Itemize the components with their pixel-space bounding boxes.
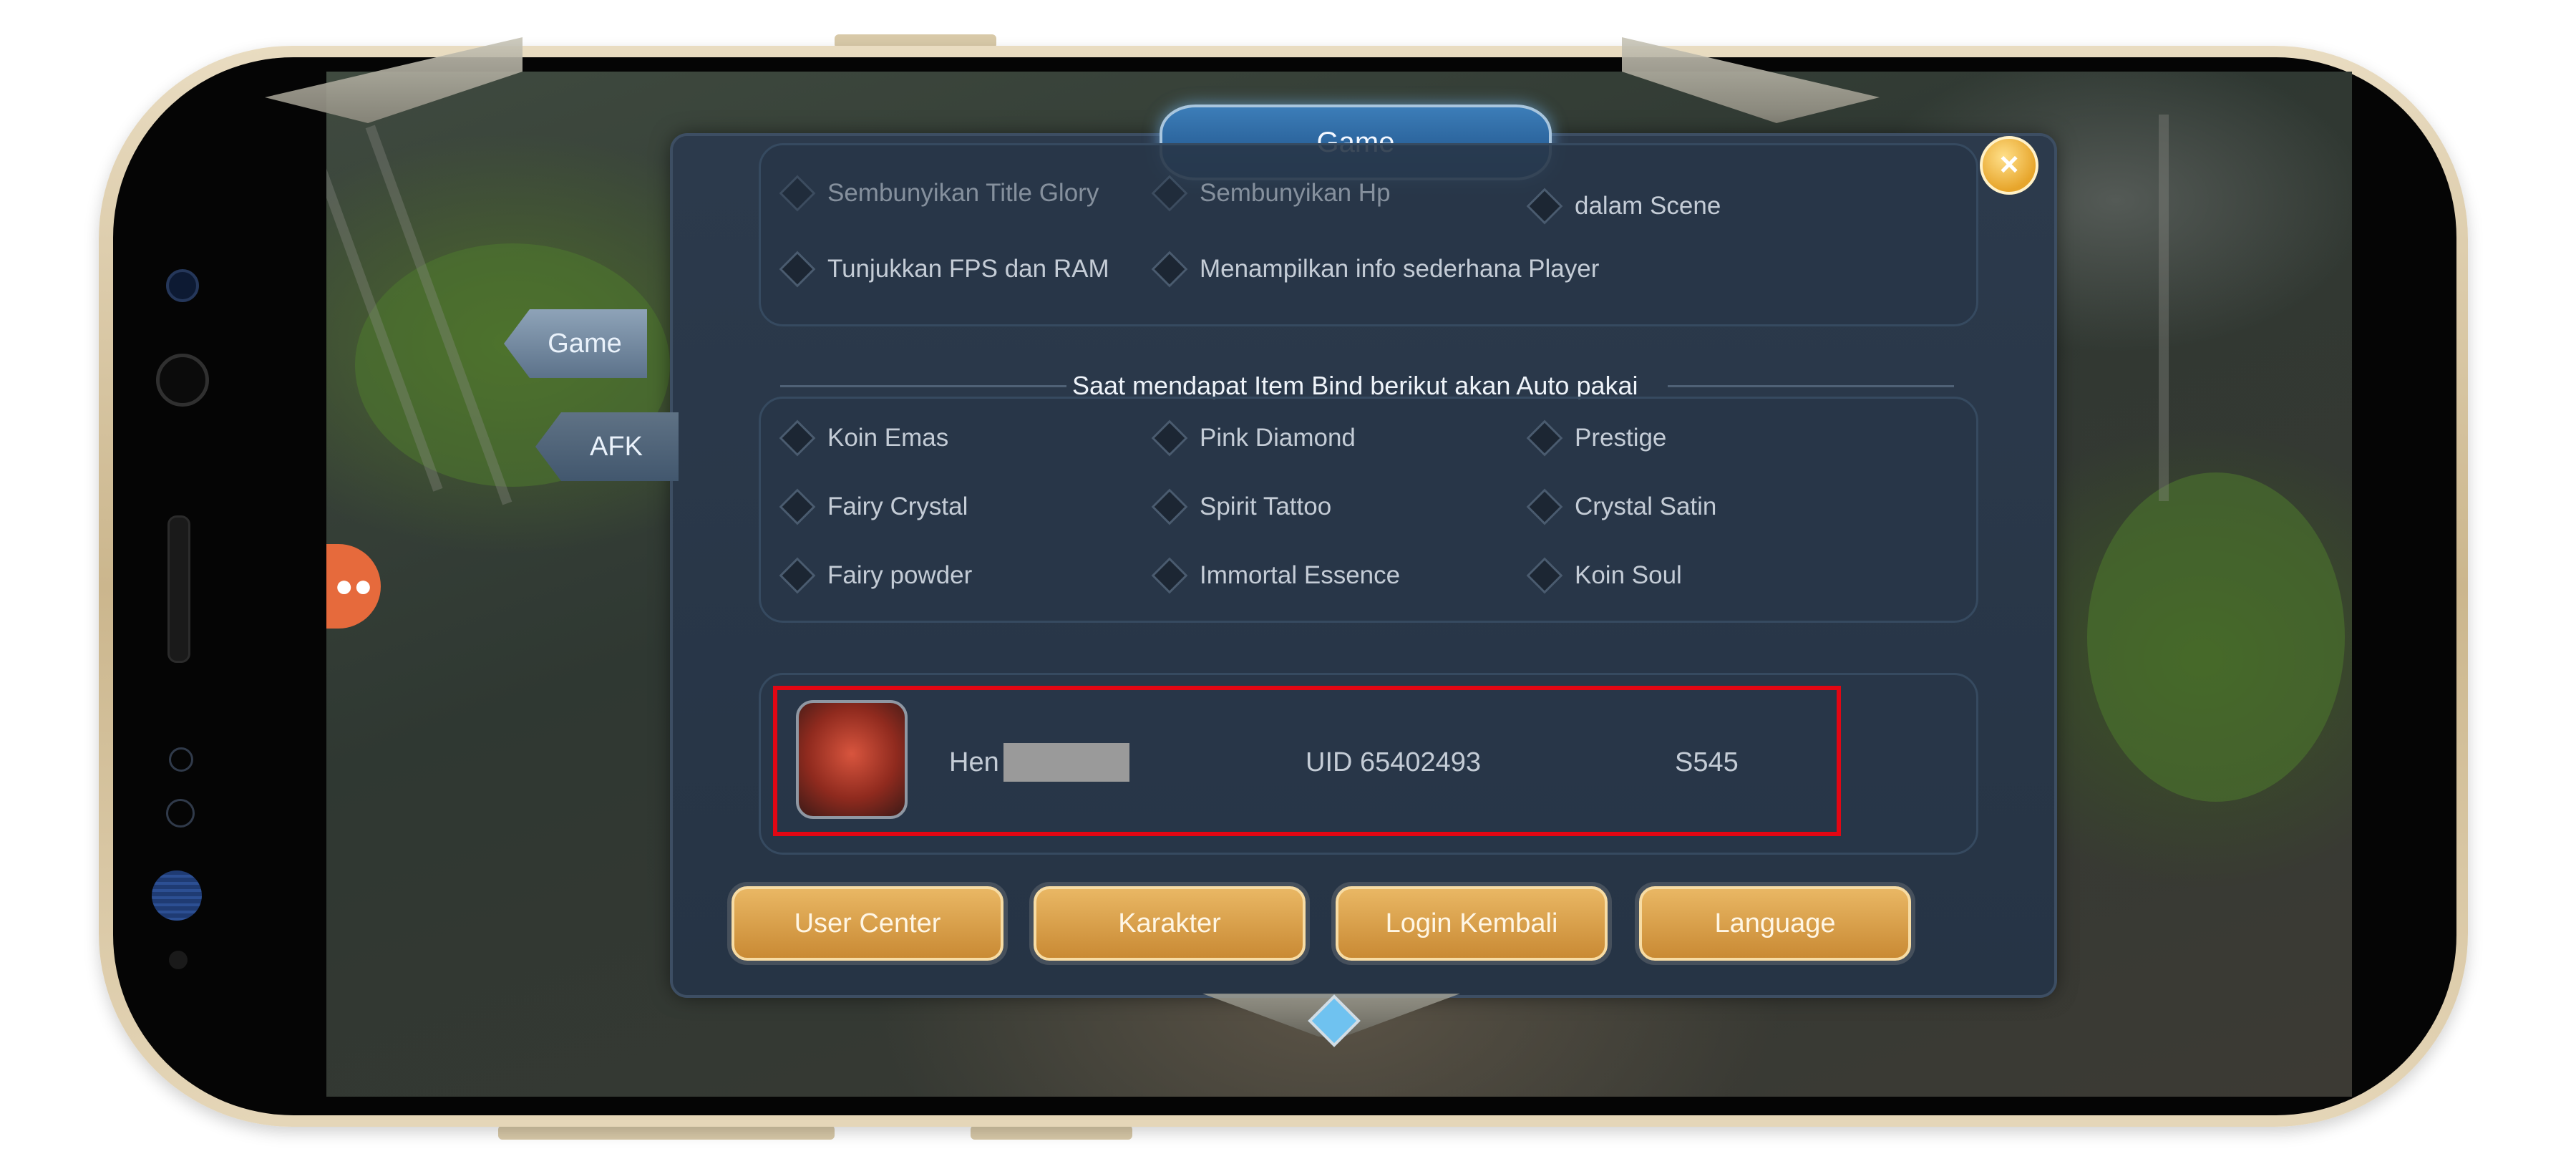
- button-label: Karakter: [1118, 908, 1221, 938]
- section-divider-right: [1668, 385, 1954, 387]
- language-button[interactable]: Language: [1639, 886, 1911, 961]
- option-tunjukkan-fps-ram[interactable]: Tunjukkan FPS dan RAM: [779, 251, 1109, 288]
- display-options-section: [759, 143, 1978, 326]
- checkbox-diamond: [1151, 557, 1188, 594]
- front-sensor: [166, 269, 199, 302]
- karakter-button[interactable]: Karakter: [1034, 886, 1306, 961]
- proximity-sensor: [169, 747, 193, 772]
- option-info-sederhana-player[interactable]: Menampilkan info sederhana Player: [1151, 251, 1600, 288]
- light-sensor: [166, 799, 195, 828]
- auto-use-koin-soul[interactable]: Koin Soul: [1526, 557, 1682, 594]
- checkbox-diamond: [1151, 175, 1188, 212]
- checkbox-diamond: [779, 251, 816, 288]
- checkbox-diamond: [779, 557, 816, 594]
- option-label: Spirit Tattoo: [1200, 493, 1332, 520]
- option-label: Koin Soul: [1575, 561, 1682, 589]
- option-sembunyikan-title-glory[interactable]: Sembunyikan Title Glory: [779, 175, 1099, 212]
- auto-use-pink-diamond[interactable]: Pink Diamond: [1151, 419, 1356, 457]
- checkbox-diamond: [779, 419, 816, 457]
- floating-assistant-icon[interactable]: ●●: [326, 544, 381, 629]
- close-icon: ×: [1999, 145, 2019, 183]
- auto-use-fairy-crystal[interactable]: Fairy Crystal: [779, 488, 968, 525]
- option-label: Pink Diamond: [1200, 424, 1356, 452]
- fence-rail: [2159, 115, 2169, 501]
- close-button[interactable]: ×: [1980, 136, 2038, 195]
- option-label: Fairy Crystal: [827, 493, 968, 520]
- checkbox-diamond: [1151, 251, 1188, 288]
- iris-scanner: [152, 870, 202, 921]
- button-label: User Center: [794, 908, 941, 938]
- auto-use-fairy-powder[interactable]: Fairy powder: [779, 557, 973, 594]
- auto-use-prestige[interactable]: Prestige: [1526, 419, 1667, 457]
- option-sembunyikan-hp[interactable]: Sembunyikan Hp: [1151, 175, 1391, 212]
- checkbox-diamond: [1526, 557, 1563, 594]
- checkbox-diamond: [1526, 488, 1563, 525]
- option-label: Immortal Essence: [1200, 561, 1401, 589]
- option-label: Prestige: [1575, 424, 1667, 452]
- option-dalam-scene[interactable]: dalam Scene: [1526, 188, 1721, 225]
- option-label: Crystal Satin: [1575, 493, 1717, 520]
- option-label: Menampilkan info sederhana Player: [1200, 255, 1600, 283]
- checkbox-diamond: [1151, 419, 1188, 457]
- auto-use-crystal-satin[interactable]: Crystal Satin: [1526, 488, 1717, 525]
- tab-afk-label: AFK: [590, 431, 643, 462]
- section-divider-left: [780, 385, 1066, 387]
- option-label: Tunjukkan FPS dan RAM: [827, 255, 1109, 283]
- earpiece-speaker: [167, 515, 190, 663]
- checkbox-diamond: [1151, 488, 1188, 525]
- front-camera: [156, 354, 209, 407]
- tree-foliage: [2087, 472, 2345, 802]
- checkbox-diamond: [779, 488, 816, 525]
- checkbox-diamond: [1526, 188, 1563, 225]
- led-indicator: [169, 951, 188, 969]
- option-label: dalam Scene: [1575, 192, 1721, 220]
- checkbox-diamond: [779, 175, 816, 212]
- option-label: Fairy powder: [827, 561, 973, 589]
- highlight-annotation-box: [773, 686, 1841, 836]
- option-label: Sembunyikan Hp: [1200, 179, 1391, 207]
- button-label: Login Kembali: [1385, 908, 1558, 938]
- checkbox-diamond: [1526, 419, 1563, 457]
- tab-afk[interactable]: AFK: [535, 412, 679, 481]
- login-kembali-button[interactable]: Login Kembali: [1336, 886, 1608, 961]
- button-label: Language: [1714, 908, 1836, 938]
- power-button: [498, 1125, 835, 1140]
- tab-game-label: Game: [548, 328, 622, 359]
- option-label: Koin Emas: [827, 424, 949, 452]
- tab-game[interactable]: Game: [504, 309, 647, 378]
- user-center-button[interactable]: User Center: [732, 886, 1003, 961]
- auto-use-immortal-essence[interactable]: Immortal Essence: [1151, 557, 1401, 594]
- side-key: [971, 1125, 1132, 1140]
- option-label: Sembunyikan Title Glory: [827, 179, 1099, 207]
- auto-use-koin-emas[interactable]: Koin Emas: [779, 419, 949, 457]
- auto-use-spirit-tattoo[interactable]: Spirit Tattoo: [1151, 488, 1332, 525]
